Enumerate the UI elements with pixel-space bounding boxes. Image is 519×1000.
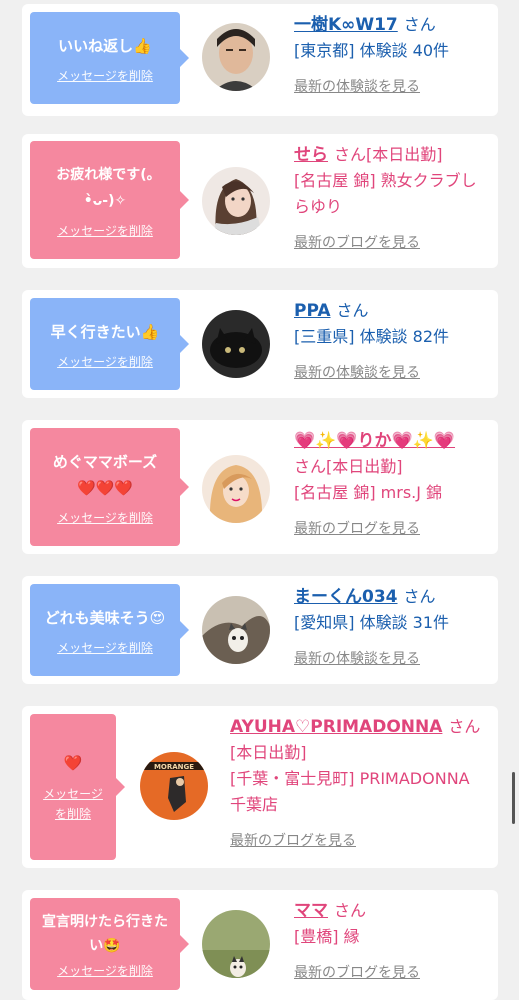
honorific: さん	[403, 15, 436, 34]
honorific: さん	[336, 301, 369, 320]
latest-link[interactable]: 最新の体験談を見る	[294, 646, 490, 672]
user-name-link[interactable]: せら	[294, 145, 328, 165]
latest-link[interactable]: 最新のブログを見る	[294, 230, 490, 256]
latest-link[interactable]: 最新の体験談を見る	[294, 74, 490, 100]
user-info: せら さん[本日出勤] [名古屋 錦] 熟女クラブしらゆり 最新のブログを見る	[294, 142, 490, 256]
message-bubble: お疲れ様です(｡•̀ᴗ-)✧ メッセージを削除	[30, 141, 189, 259]
honorific: さん[本日出勤]	[294, 457, 403, 476]
message-bubble: どれも美味そう😍 メッセージを削除	[30, 584, 189, 676]
message-text: いいね返し👍	[58, 36, 152, 55]
user-name-link[interactable]: 💗✨💗りか💗✨💗	[294, 431, 455, 451]
user-info: PPA さん [三重県] 体験談 82件 最新の体験談を見る	[294, 298, 490, 386]
message-bubble: めぐママボーズ❤️❤️❤️ メッセージを削除	[30, 428, 189, 546]
svg-text:MORANGE: MORANGE	[154, 763, 194, 771]
user-name-link[interactable]: 一樹K∞W17	[294, 15, 398, 35]
user-name-link[interactable]: AYUHA♡PRIMADONNA	[230, 717, 442, 737]
message-bubble: 宣言明けたら行きたい🤩 メッセージを削除	[30, 898, 189, 990]
delete-message-link[interactable]: メッセージを削除	[57, 509, 153, 526]
delete-message-link[interactable]: メッセージ を削除	[43, 784, 103, 824]
user-info: まーくん034 さん [愛知県] 体験談 31件 最新の体験談を見る	[294, 584, 490, 672]
user-name-link[interactable]: まーくん034	[294, 587, 398, 607]
delete-message-link[interactable]: メッセージを削除	[57, 639, 153, 656]
user-card: 早く行きたい👍 メッセージを削除 PPA さん [三重県] 体験談 82件 最新の…	[22, 290, 498, 398]
latest-link[interactable]: 最新のブログを見る	[294, 516, 490, 542]
user-meta: [千葉・富士見町] PRIMADONNA 千葉店	[230, 769, 470, 814]
latest-link[interactable]: 最新の体験談を見る	[294, 360, 490, 386]
honorific: さん[本日出勤]	[334, 145, 443, 164]
delete-message-link[interactable]: メッセージを削除	[57, 222, 153, 239]
user-meta: [愛知県] 体験談 31件	[294, 613, 450, 632]
message-text: どれも美味そう😍	[44, 608, 166, 627]
message-text: めぐママボーズ❤️❤️❤️	[52, 452, 158, 497]
message-text: ❤️	[63, 754, 83, 772]
user-meta: [名古屋 錦] mrs.J 錦	[294, 483, 443, 502]
message-bubble: いいね返し👍 メッセージを削除	[30, 12, 189, 104]
scrollbar[interactable]	[512, 772, 515, 824]
user-meta: [東京都] 体験談 40件	[294, 41, 450, 60]
orange-poster-icon[interactable]: MORANGE	[140, 752, 208, 820]
user-info: AYUHA♡PRIMADONNA さん[本日出勤] [千葉・富士見町] PRIMA…	[230, 714, 490, 854]
user-meta: [名古屋 錦] 熟女クラブしらゆり	[294, 171, 477, 216]
user-card: めぐママボーズ❤️❤️❤️ メッセージを削除 💗✨💗りか💗✨💗 さん[本日出勤]…	[22, 420, 498, 554]
woman-portrait-icon[interactable]	[202, 167, 270, 235]
black-cat-icon[interactable]	[202, 310, 270, 378]
message-text: 宣言明けたら行きたい🤩	[42, 913, 168, 954]
honorific: さん	[403, 587, 436, 606]
user-meta: [三重県] 体験談 82件	[294, 327, 450, 346]
user-card: いいね返し👍 メッセージを削除 一樹K∞W17 さん [東京都] 体験談 40件 …	[22, 4, 498, 116]
latest-link[interactable]: 最新のブログを見る	[230, 828, 490, 854]
message-text: 早く行きたい👍	[50, 322, 160, 341]
user-info: 一樹K∞W17 さん [東京都] 体験談 40件 最新の体験談を見る	[294, 12, 490, 100]
user-name-link[interactable]: PPA	[294, 301, 331, 321]
delete-message-link[interactable]: メッセージを削除	[57, 67, 153, 84]
honorific: さん	[334, 901, 367, 920]
user-name-link[interactable]: ママ	[294, 901, 328, 921]
user-info: 💗✨💗りか💗✨💗 さん[本日出勤] [名古屋 錦] mrs.J 錦 最新のブログ…	[294, 428, 490, 542]
latest-link[interactable]: 最新のブログを見る	[294, 960, 490, 986]
user-card: 宣言明けたら行きたい🤩 メッセージを削除 ママ さん [豊橋] 縁 最新のブログを…	[22, 890, 498, 1000]
user-card: お疲れ様です(｡•̀ᴗ-)✧ メッセージを削除 せら さん[本日出勤] [名古屋 …	[22, 134, 498, 268]
blonde-woman-icon[interactable]	[202, 455, 270, 523]
message-bubble: 早く行きたい👍 メッセージを削除	[30, 298, 189, 390]
message-text: お疲れ様です(｡•̀ᴗ-)✧	[56, 166, 154, 209]
user-card: ❤️ メッセージ を削除 MORANGE AYUHA♡PRIMADONNA さん[…	[22, 706, 498, 868]
cat-on-grass-icon[interactable]	[202, 910, 270, 978]
delete-message-link[interactable]: メッセージを削除	[57, 962, 153, 979]
kitten-icon[interactable]	[202, 596, 270, 664]
user-card: どれも美味そう😍 メッセージを削除 まーくん034 さん [愛知県] 体験談 31…	[22, 576, 498, 684]
message-bubble: ❤️ メッセージ を削除	[30, 714, 125, 860]
user-meta: [豊橋] 縁	[294, 927, 360, 946]
delete-label-line-2: を削除	[54, 807, 91, 821]
user-info: ママ さん [豊橋] 縁 最新のブログを見る	[294, 898, 490, 986]
delete-message-link[interactable]: メッセージを削除	[57, 353, 153, 370]
delete-label-line-1: メッセージ	[43, 787, 103, 801]
man-portrait-icon[interactable]	[202, 23, 270, 91]
